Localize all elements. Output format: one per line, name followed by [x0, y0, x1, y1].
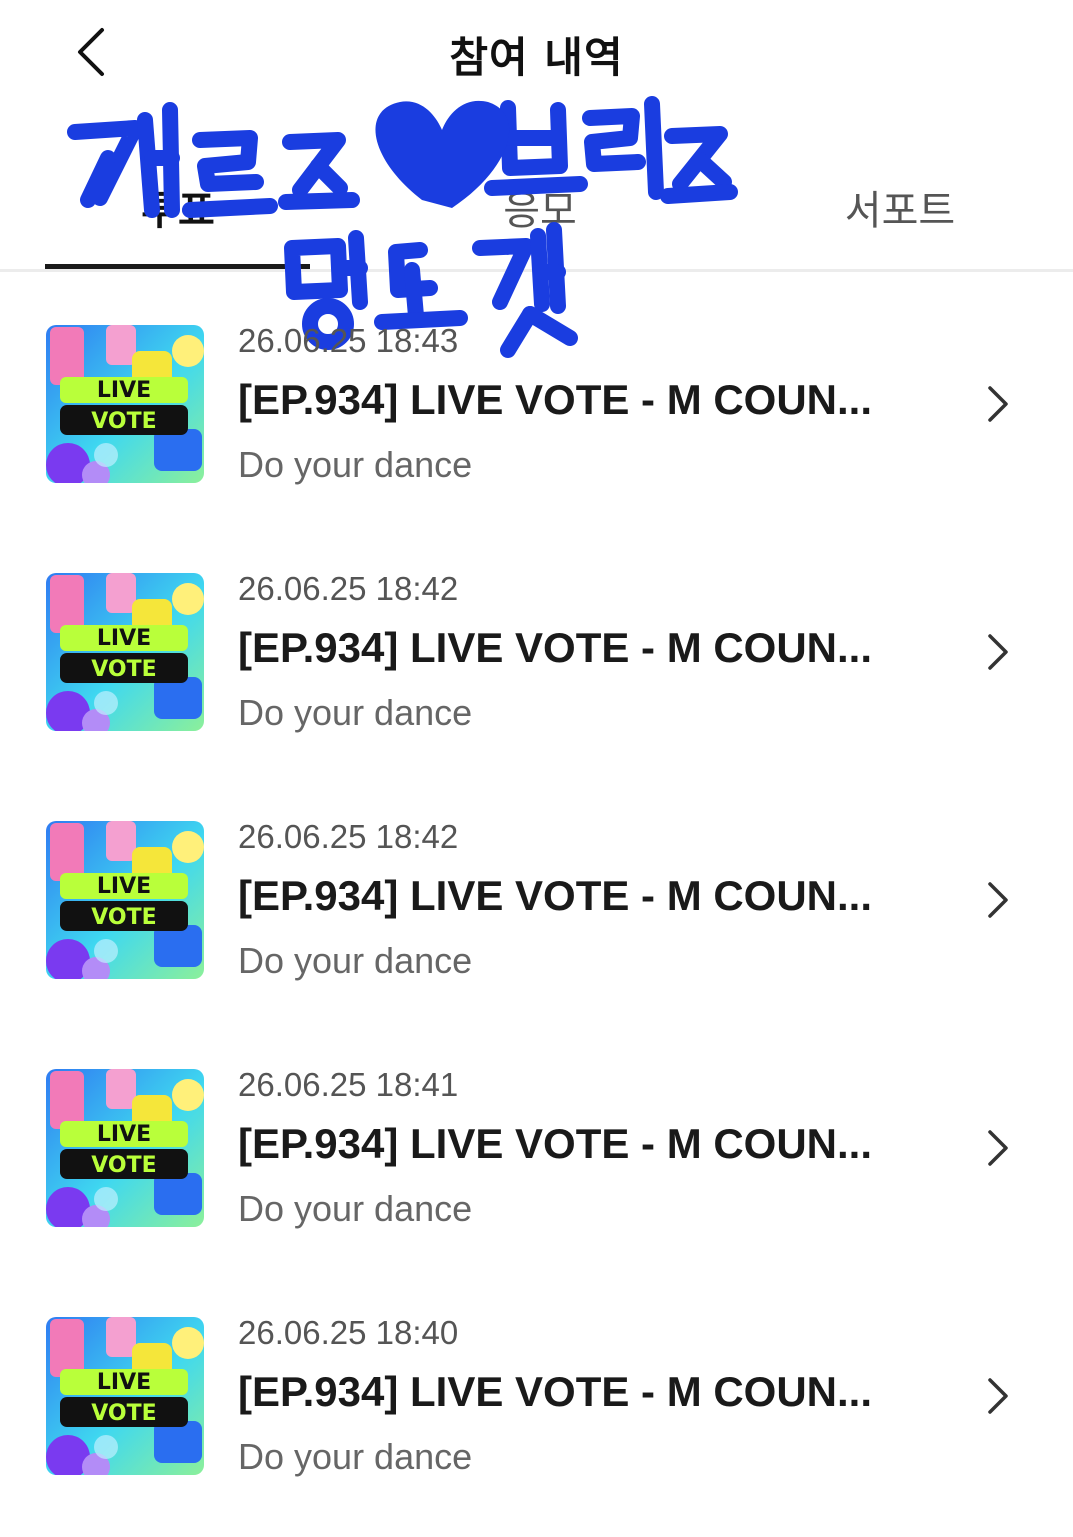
- live-vote-thumbnail: LIVE VOTE: [46, 325, 204, 483]
- entry-title: [EP.934] LIVE VOTE - M COUN...: [238, 1120, 873, 1167]
- chevron-right-icon: [978, 876, 1018, 924]
- chevron-right-icon: [978, 1124, 1018, 1172]
- entry-title: [EP.934] LIVE VOTE - M COUN...: [238, 624, 873, 671]
- tab-vote[interactable]: 투표: [48, 178, 308, 236]
- list-item[interactable]: LIVE VOTE 26.06.25 18:41 [EP.934] LIVE V…: [0, 1044, 1073, 1274]
- list-item[interactable]: LIVE VOTE 26.06.25 18:42 [EP.934] LIVE V…: [0, 548, 1073, 778]
- tab-apply[interactable]: 응모: [410, 178, 670, 236]
- chevron-right-icon: [978, 1372, 1018, 1420]
- entry-date: 26.06.25 18:40: [238, 1314, 459, 1351]
- header: 참여 내역: [0, 0, 1073, 110]
- svg-text:LIVE: LIVE: [97, 874, 151, 899]
- entry-date: 26.06.25 18:43: [238, 322, 459, 359]
- live-vote-thumbnail: LIVE VOTE: [46, 1069, 204, 1227]
- tab-support[interactable]: 서포트: [770, 178, 1030, 236]
- entry-date: 26.06.25 18:42: [238, 818, 459, 855]
- entry-subtitle: Do your dance: [238, 692, 473, 733]
- svg-text:LIVE: LIVE: [97, 378, 151, 403]
- entry-subtitle: Do your dance: [238, 1188, 473, 1229]
- live-vote-thumbnail: LIVE VOTE: [46, 573, 204, 731]
- svg-text:VOTE: VOTE: [91, 409, 156, 434]
- list-item[interactable]: LIVE VOTE 26.06.25 18:40 [EP.934] LIVE V…: [0, 1292, 1073, 1522]
- live-vote-thumbnail: LIVE VOTE: [46, 1317, 204, 1475]
- svg-text:LIVE: LIVE: [97, 626, 151, 651]
- svg-text:VOTE: VOTE: [91, 1401, 156, 1426]
- live-vote-thumbnail: LIVE VOTE: [46, 821, 204, 979]
- entry-subtitle: Do your dance: [238, 444, 473, 485]
- svg-text:VOTE: VOTE: [91, 905, 156, 930]
- entry-date: 26.06.25 18:41: [238, 1066, 459, 1103]
- svg-text:LIVE: LIVE: [97, 1370, 151, 1395]
- entry-title: [EP.934] LIVE VOTE - M COUN...: [238, 872, 873, 919]
- svg-text:VOTE: VOTE: [91, 657, 156, 682]
- chevron-right-icon: [978, 628, 1018, 676]
- svg-text:VOTE: VOTE: [91, 1153, 156, 1178]
- active-tab-indicator: [45, 264, 310, 269]
- page-title: 참여 내역: [449, 33, 624, 82]
- list-item[interactable]: LIVE VOTE 26.06.25 18:42 [EP.934] LIVE V…: [0, 796, 1073, 1026]
- list-item[interactable]: LIVE VOTE 26.06.25 18:43 [EP.934] LIVE V…: [0, 300, 1073, 530]
- svg-text:LIVE: LIVE: [97, 1122, 151, 1147]
- entry-title: [EP.934] LIVE VOTE - M COUN...: [238, 1368, 873, 1415]
- chevron-right-icon: [978, 380, 1018, 428]
- entry-date: 26.06.25 18:42: [238, 570, 459, 607]
- tab-bar: 투표 응모 서포트: [0, 160, 1073, 272]
- entry-title: [EP.934] LIVE VOTE - M COUN...: [238, 376, 873, 423]
- entry-subtitle: Do your dance: [238, 1436, 473, 1477]
- entry-subtitle: Do your dance: [238, 940, 473, 981]
